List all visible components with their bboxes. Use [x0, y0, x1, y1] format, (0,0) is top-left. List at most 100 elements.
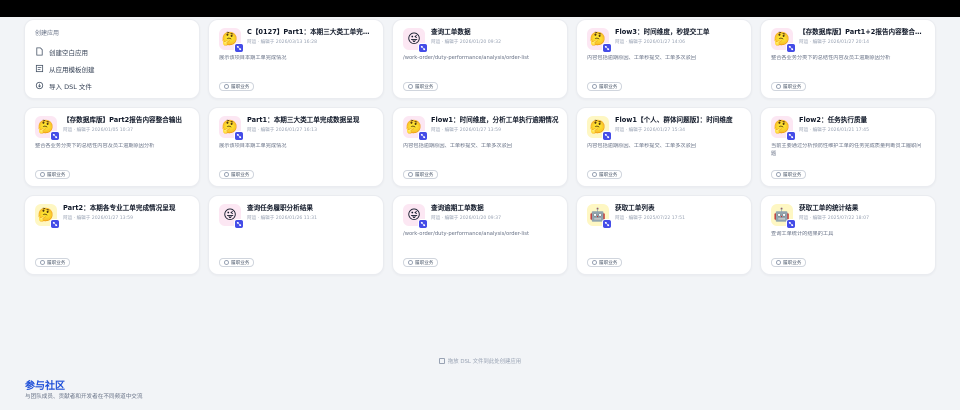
tag-icon	[408, 260, 413, 265]
card-description: 内容包括逾期原因、工单秒提交、工单多次驳回	[587, 55, 696, 61]
card-description: 内容包括逾期原因、工单秒提交、工单多次驳回	[403, 143, 512, 149]
card-text: Flow1：时间维度，分析工单执行逾期情况 阿运 · 编辑于 2026/01/27…	[431, 116, 559, 133]
card-tag[interactable]: 履职业务	[403, 258, 439, 267]
app-card[interactable]: 🤔 Part1：本期三大类工单完成数据呈现 阿运 · 编辑于 2026/01/27 …	[208, 107, 384, 187]
tag-label: 履职业务	[783, 84, 802, 90]
workflow-badge-icon	[602, 219, 612, 229]
card-header: 🤖 获取工单列表 阿运 · 编辑于 2025/07/22 17:51	[587, 204, 743, 229]
card-text: C【0127】Part1：本期三大类工单完成数据呈现阿运 · 编辑于 2026/…	[247, 28, 375, 45]
app-card[interactable]: 😜 查询工单数据 阿运 · 编辑于 2026/01/20 09:32/work-or…	[392, 19, 568, 99]
tag-icon	[776, 84, 781, 89]
app-grid: 创建应用 创建空白应用 从应用模板创建 导入 DSL 文件 🤔 C【0127】Pa…	[24, 19, 936, 275]
card-header: 😜 查询工单数据 阿运 · 编辑于 2026/01/20 09:32	[403, 28, 557, 53]
emoji-wink-icon: 😜	[219, 204, 244, 229]
file-icon	[35, 47, 44, 56]
app-card[interactable]: 🤖 获取工单的统计结果 阿运 · 编辑于 2025/07/22 18:07 查询工单统…	[760, 195, 936, 275]
card-tag[interactable]: 履职业务	[219, 82, 255, 91]
create-item-label: 创建空白应用	[49, 48, 88, 57]
card-text: 获取工单的统计结果 阿运 · 编辑于 2025/07/22 18:07	[799, 204, 927, 221]
app-card[interactable]: 🤔 Flow2：任务执行质量 阿运 · 编辑于 2026/01/21 17:45 当前…	[760, 107, 936, 187]
card-tag[interactable]: 履职业务	[219, 258, 255, 267]
tag-label: 履职业务	[231, 84, 250, 90]
dropzone-text: 拖放 DSL 文件到此处创建应用	[447, 359, 522, 365]
card-title: 获取工单列表	[615, 204, 655, 212]
app-card[interactable]: 🤔 【存数据库版】Part2报告内容整合输出 阿运 · 编辑于 2026/01/05…	[24, 107, 200, 187]
card-tag[interactable]: 履职业务	[403, 170, 439, 179]
card-header: 🤔 Flow3：时间维度，秒提交工单 阿运 · 编辑于 2026/01/27 14:…	[587, 28, 743, 53]
emoji-thinking-icon: 🤔	[219, 116, 244, 141]
card-text: 获取工单列表 阿运 · 编辑于 2025/07/22 17:51	[615, 204, 743, 221]
card-description: 内容包括逾期原因、工单秒提交、工单多次驳回	[587, 143, 696, 149]
card-meta: 阿运 · 编辑于 2026/01/26 11:31	[247, 216, 317, 221]
create-item-label: 从应用模板创建	[49, 65, 95, 74]
card-meta: 阿运 · 编辑于 2026/01/20 09:32	[431, 40, 501, 45]
card-text: 【存数据库版】Part2报告内容整合输出 阿运 · 编辑于 2026/01/05 …	[63, 116, 191, 133]
tag-label: 履职业务	[599, 172, 618, 178]
dsl-dropzone[interactable]: 拖放 DSL 文件到此处创建应用	[0, 357, 960, 365]
tag-label: 履职业务	[231, 172, 250, 178]
file-drop-icon	[438, 358, 445, 364]
card-header: 🤔C【0127】Part1：本期三大类工单完成数据呈现阿运 · 编辑于 2026…	[219, 28, 375, 53]
import-dsl-button[interactable]: 导入 DSL 文件	[35, 77, 189, 94]
emoji-robot-icon: 🤖	[771, 204, 796, 229]
card-meta: 阿运 · 编辑于 2026/03/13 16:28	[247, 40, 317, 45]
tag-icon	[776, 172, 781, 177]
card-description: 整合各业务分类下的总结性内容及员工逾期原因分析	[35, 143, 155, 149]
card-tag[interactable]: 履职业务	[771, 82, 807, 91]
create-blank-app-button[interactable]: 创建空白应用	[35, 43, 189, 60]
app-card[interactable]: 🤔 Flow1：时间维度，分析工单执行逾期情况 阿运 · 编辑于 2026/01/2…	[392, 107, 568, 187]
card-tag[interactable]: 履职业务	[587, 258, 623, 267]
template-icon	[35, 64, 44, 73]
card-tag[interactable]: 履职业务	[219, 170, 255, 179]
app-card[interactable]: 🤔 Part2：本期各专业工单完成情况呈现 阿运 · 编辑于 2026/01/27 …	[24, 195, 200, 275]
workflow-badge-icon	[234, 219, 244, 229]
card-description: 当前主要通过分析预防性维护工单的任务完成质量判断员工履职问题	[771, 143, 922, 157]
card-tag[interactable]: 履职业务	[771, 258, 807, 267]
card-description: 整合各业务分类下的总结性内容及员工逾期原因分析	[771, 55, 891, 61]
tag-icon	[592, 172, 597, 177]
emoji-thinking-icon: 🤔	[587, 28, 612, 53]
card-text: Flow3：时间维度，秒提交工单 阿运 · 编辑于 2026/01/27 14:0…	[615, 28, 743, 45]
app-card[interactable]: 🤔 【存数据库版】Part1+2报告内容整合输出 阿运 · 编辑于 2026/01/…	[760, 19, 936, 99]
tag-label: 履职业务	[599, 260, 618, 266]
card-header: 🤔 【存数据库版】Part1+2报告内容整合输出 阿运 · 编辑于 2026/01/…	[771, 28, 927, 53]
emoji-robot-icon: 🤖	[587, 204, 612, 229]
app-card[interactable]: 😜 查询逾期工单数据 阿运 · 编辑于 2026/01/20 09:37/work-…	[392, 195, 568, 275]
card-text: 查询任务履职分析结果 阿运 · 编辑于 2026/01/26 11:31	[247, 204, 375, 221]
app-card[interactable]: 🤔 Flow1【个人、群体问题版】：时间维度 阿运 · 编辑于 2026/01/27…	[576, 107, 752, 187]
import-icon	[35, 81, 44, 90]
card-tag[interactable]: 履职业务	[35, 258, 71, 267]
emoji-thinking-icon: 🤔	[219, 28, 244, 53]
card-description: 查询工单统计的结果的工具	[771, 231, 834, 237]
card-header: 🤔 【存数据库版】Part2报告内容整合输出 阿运 · 编辑于 2026/01/05…	[35, 116, 191, 141]
community-title: 参与社区	[25, 381, 65, 392]
card-meta: 阿运 · 编辑于 2026/01/27 13:59	[63, 216, 133, 221]
card-title: 查询逾期工单数据	[431, 204, 484, 212]
app-card[interactable]: 🤖 获取工单列表 阿运 · 编辑于 2025/07/22 17:51 履职业务	[576, 195, 752, 275]
tag-icon	[224, 172, 229, 177]
card-title: Part1：本期三大类工单完成数据呈现	[247, 116, 360, 124]
card-tag[interactable]: 履职业务	[35, 170, 71, 179]
card-meta: 阿运 · 编辑于 2026/01/20 09:37	[431, 216, 501, 221]
card-text: 【存数据库版】Part1+2报告内容整合输出 阿运 · 编辑于 2026/01/2…	[799, 28, 927, 45]
tag-icon	[592, 260, 597, 265]
card-tag[interactable]: 履职业务	[771, 170, 807, 179]
card-text: 查询逾期工单数据阿运 · 编辑于 2026/01/20 09:37	[431, 204, 559, 221]
tag-icon	[40, 172, 45, 177]
app-card[interactable]: 🤔 Flow3：时间维度，秒提交工单 阿运 · 编辑于 2026/01/27 14:…	[576, 19, 752, 99]
app-card[interactable]: 🤔C【0127】Part1：本期三大类工单完成数据呈现阿运 · 编辑于 2026…	[208, 19, 384, 99]
app-card[interactable]: 😜 查询任务履职分析结果 阿运 · 编辑于 2026/01/26 11:31 履职业务	[208, 195, 384, 275]
tag-label: 履职业务	[415, 84, 434, 90]
card-title: Flow2：任务执行质量	[799, 116, 868, 124]
card-text: Flow1【个人、群体问题版】：时间维度 阿运 · 编辑于 2026/01/27 …	[615, 116, 743, 133]
card-title: C【0127】Part1：本期三大类工单完成数据呈现	[247, 28, 375, 36]
card-title: 【存数据库版】Part1+2报告内容整合输出	[799, 28, 927, 36]
card-tag[interactable]: 履职业务	[587, 82, 623, 91]
card-description: 展示该项目本期工单完成情况	[219, 55, 287, 61]
card-description	[587, 231, 741, 247]
card-tag[interactable]: 履职业务	[587, 170, 623, 179]
create-from-template-button[interactable]: 从应用模板创建	[35, 60, 189, 77]
card-tag[interactable]: 履职业务	[403, 82, 439, 91]
card-meta: 阿运 · 编辑于 2025/07/22 18:07	[799, 216, 869, 221]
create-item-label: 导入 DSL 文件	[49, 82, 92, 91]
